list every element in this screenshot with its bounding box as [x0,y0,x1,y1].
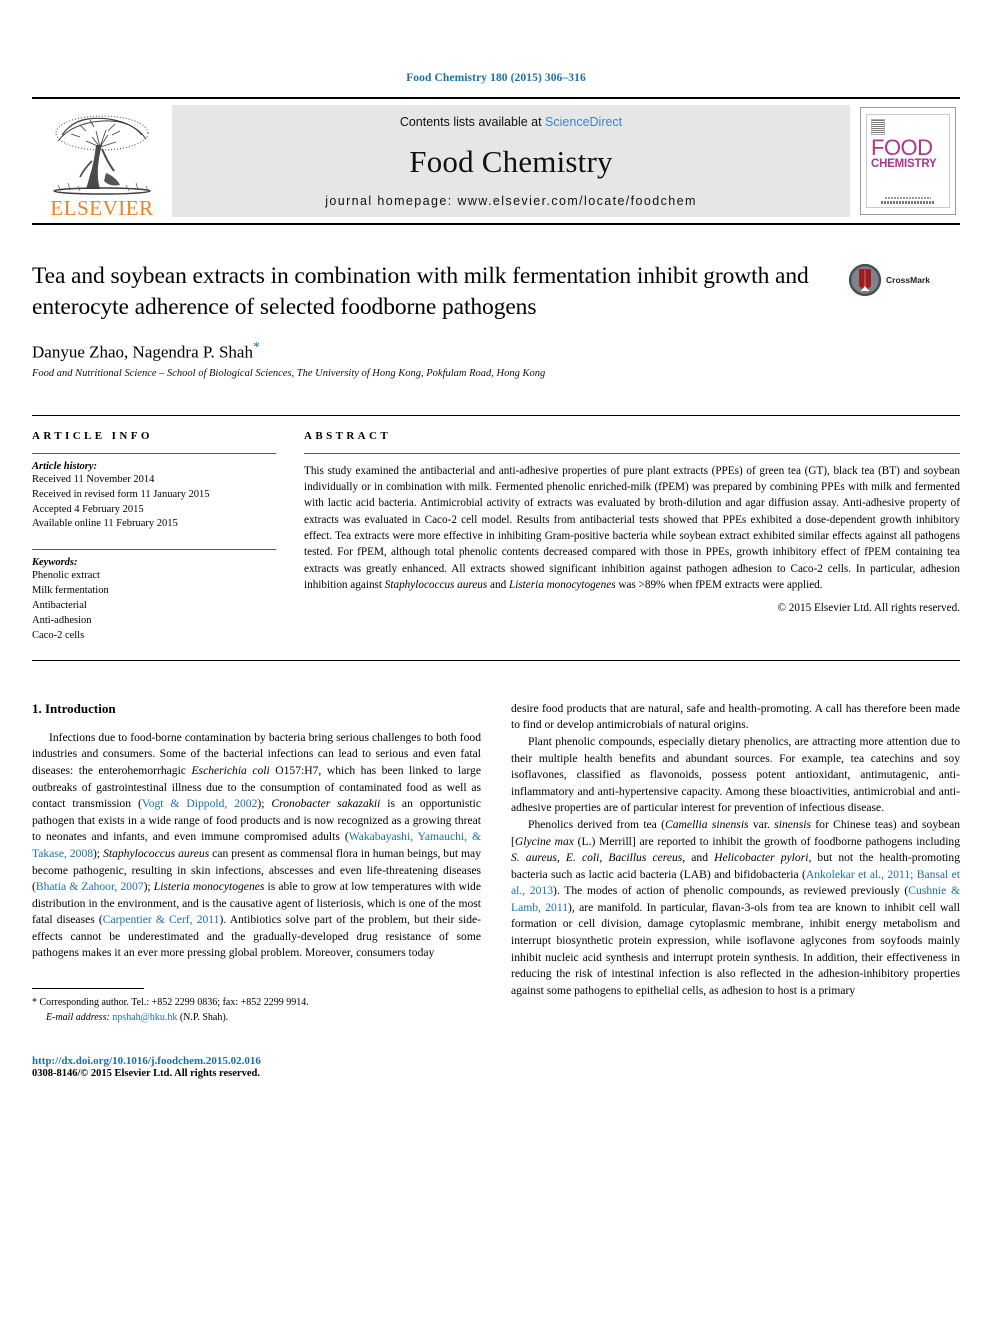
article-history-item: Available online 11 February 2015 [32,518,178,530]
affiliation: Food and Nutritional Science – School of… [32,367,546,379]
intro-paragraph-1: Infections due to food-borne contaminati… [32,730,481,962]
section-heading-introduction: 1. Introduction [32,700,116,716]
intro-paragraph-2: Plant phenolic compounds, especially die… [511,735,960,815]
abstract-copyright: © 2015 Elsevier Ltd. All rights reserved… [777,601,961,614]
article-info-divider [32,452,276,454]
info-abstract-band: ARTICLE INFO Article history: Received 1… [32,414,960,661]
cover-title-chemistry: CHEMISTRY [871,157,937,170]
issn-copyright: 0308-8146/© 2015 Elsevier Ltd. All right… [32,1068,260,1079]
keyword-item: Caco-2 cells [32,630,85,641]
footer-doi-block: http://dx.doi.org/10.1016/j.foodchem.201… [32,1055,481,1079]
email-note: E-mail address: npshah@hku.hk (N.P. Shah… [32,1010,481,1025]
article-info-heading: ARTICLE INFO [32,429,153,442]
cover-footer-lines [871,197,945,204]
keyword-item: Antibacterial [32,600,87,612]
abstract-italic-species: Listeria monocytogenes [508,579,616,592]
journal-cover-thumbnail: FOOD CHEMISTRY [860,107,956,215]
email-link[interactable]: npshah@hku.hk [112,1012,177,1023]
footnote-marker: * [32,997,37,1008]
journal-banner: Contents lists available at ScienceDirec… [172,105,850,217]
running-head: Food Chemistry 180 (2015) 306–316 [406,72,586,84]
keyword-item: Anti-adhesion [32,615,92,627]
italic-species: Escherichia coli [191,764,270,778]
italic-species: sinensis [774,817,811,831]
abstract-part: and [487,579,509,592]
text-part: ); [257,797,272,811]
italic-species: Listeria monocytogenes [153,880,265,894]
crossmark-icon [848,263,882,297]
crossmark-label: CrossMark [886,275,930,285]
cover-mini-box-icon [871,119,885,135]
sciencedirect-link[interactable]: ScienceDirect [545,115,622,129]
article-info-column: ARTICLE INFO Article history: Received 1… [32,430,282,644]
intro-paragraph-3: Phenolics derived from tea (Camellia sin… [511,817,960,999]
author-list: Danyue Zhao, Nagendra P. Shah* [32,340,960,363]
body-column-left: 1. Introduction Infections due to food-b… [32,701,481,1079]
citation-link[interactable]: Vogt & Dippold, 2002 [142,797,258,810]
italic-species: Staphylococcus aureus [103,846,210,860]
corresponding-author-marker: * [252,340,260,356]
article-history-item: Received in revised form 11 January 2015 [32,488,210,500]
abstract-part: This study examined the antibacterial an… [304,464,960,592]
email-suffix: (N.P. Shah). [179,1012,229,1023]
italic-species: Helicobacter pylori [714,851,809,865]
keywords-divider [32,549,276,551]
footnote-text: Corresponding author. Tel.: +852 2299 08… [39,997,309,1008]
elsevier-wordmark: ELSEVIER [50,196,154,220]
abstract-divider [304,452,960,454]
contents-prefix: Contents lists available at [399,115,546,129]
corresponding-author-note: * Corresponding author. Tel.: +852 2299 … [32,995,481,1010]
elsevier-tree-icon [53,115,151,195]
keywords-label: Keywords: [32,557,78,569]
journal-masthead: ELSEVIER Contents lists available at Sci… [32,97,960,225]
paper-page: Food Chemistry 180 (2015) 306–316 ELSEVI… [0,0,992,1323]
author-names: Danyue Zhao, Nagendra P. Shah [32,342,253,362]
intro-paragraph-1-continued: desire food products that are natural, s… [511,701,960,732]
footnote-divider [32,988,144,989]
abstract-part: was >89% when fPEM extracts were applied… [615,579,823,592]
title-block: Tea and soybean extracts in combination … [32,261,960,379]
text-part: Phenolics derived from tea ( [528,817,666,831]
body-columns: 1. Introduction Infections due to food-b… [32,701,960,1079]
body-column-right: desire food products that are natural, s… [511,701,960,1079]
keyword-item: Milk fermentation [32,585,109,597]
footnote-block: * Corresponding author. Tel.: +852 2299 … [32,988,481,1025]
email-label: E-mail address: [46,1012,110,1023]
text-part: (L.) Merrill] are reported to inhibit th… [573,834,961,848]
text-part: ), are manifold. In particular, flavan-3… [511,900,960,997]
italic-species: S. aureus, E. coli, Bacillus cereus, [511,851,686,865]
italic-species: Camellia sinensis [665,817,749,831]
text-part: ); [93,846,104,860]
text-part: and [685,851,715,865]
citation-link[interactable]: Bhatia & Zahoor, 2007 [36,880,144,893]
contents-list-line: Contents lists available at ScienceDirec… [400,115,622,129]
journal-homepage-link[interactable]: journal homepage: www.elsevier.com/locat… [325,194,697,208]
crossmark-badge[interactable]: CrossMark [848,263,960,297]
citation-link[interactable]: Carpentier & Cerf, 2011 [103,913,220,926]
doi-link[interactable]: http://dx.doi.org/10.1016/j.foodchem.201… [32,1055,481,1067]
text-part: var. [748,817,775,831]
cover-title-food: FOOD [871,135,933,160]
article-history-label: Article history: [32,460,98,472]
italic-species: Cronobacter sakazakii [271,797,381,811]
elsevier-logo: ELSEVIER [32,99,172,223]
abstract-heading: ABSTRACT [304,429,392,442]
text-part: ). The modes of action of phenolic compo… [553,884,909,898]
keyword-item: Phenolic extract [32,570,100,582]
text-part: ); [143,880,154,894]
article-history-item: Received 11 November 2014 [32,473,155,485]
article-history-item: Accepted 4 February 2015 [32,503,144,515]
italic-species: Glycine max [514,834,574,848]
page-title: Tea and soybean extracts in combination … [32,263,809,320]
abstract-text: This study examined the antibacterial an… [304,463,960,594]
journal-title: Food Chemistry [409,143,613,179]
abstract-column: ABSTRACT This study examined the antibac… [304,430,960,644]
abstract-italic-species: Staphylococcus aureus [384,579,488,592]
